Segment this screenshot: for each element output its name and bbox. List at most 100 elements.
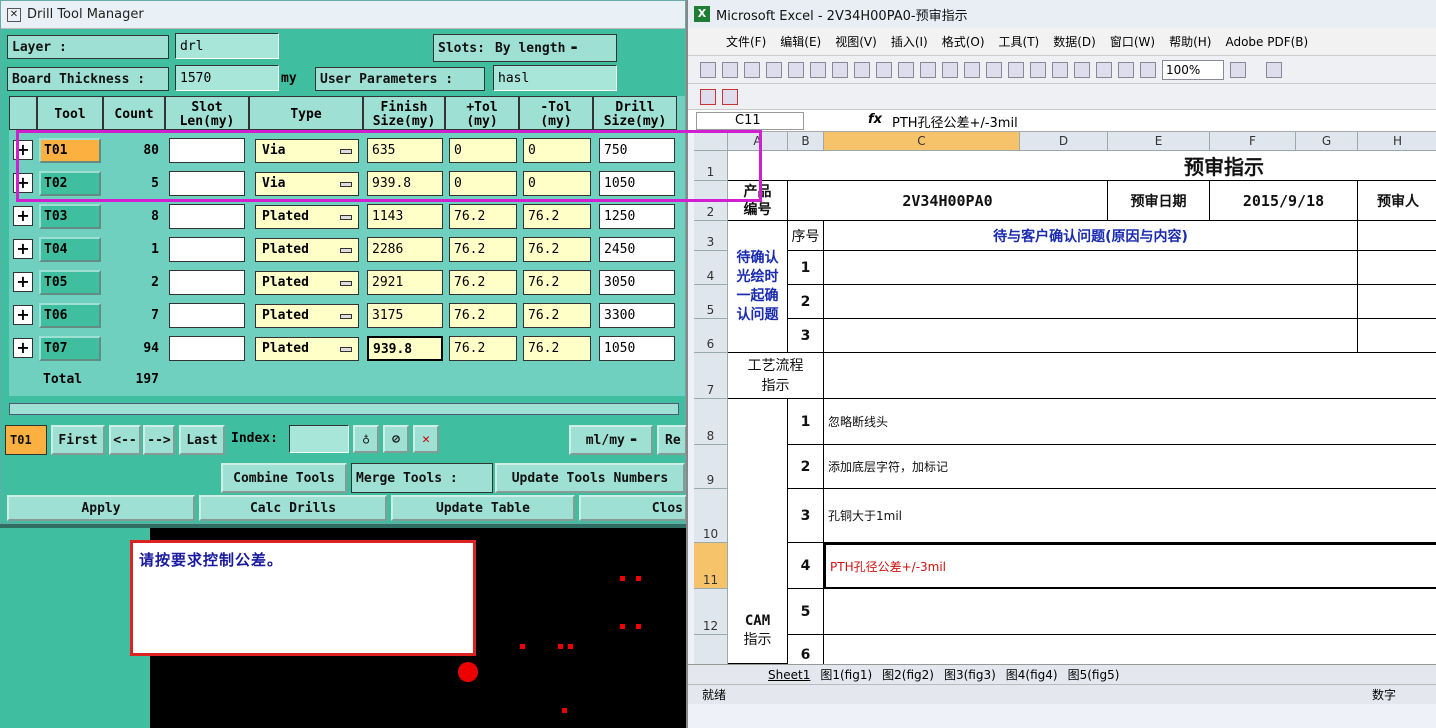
cam-item[interactable] [824, 635, 1436, 664]
spelling-icon[interactable] [854, 61, 870, 78]
menu-adobe-pdf[interactable]: Adobe PDF(B) [1225, 35, 1308, 49]
finish-size-input[interactable]: 1143 [367, 204, 443, 229]
slot-len-input[interactable] [169, 270, 245, 295]
type-dropdown[interactable]: Plated [255, 304, 359, 328]
type-dropdown[interactable]: Via [255, 139, 359, 163]
formula-input[interactable]: PTH孔径公差+/-3mil [892, 112, 1018, 131]
issue-num[interactable]: 2 [788, 285, 824, 319]
close-button[interactable]: Clos [579, 495, 687, 521]
sheet-tab[interactable]: 图3(fig3) [944, 666, 996, 683]
expand-icon[interactable]: + [13, 173, 33, 193]
product-label[interactable]: 产品 编号 [728, 181, 788, 221]
user-parameters-field[interactable]: hasl [493, 65, 617, 91]
slot-len-input[interactable] [169, 336, 245, 361]
pdf-email-icon[interactable] [722, 88, 738, 105]
type-dropdown[interactable]: Plated [255, 205, 359, 229]
product-value[interactable]: 2V34H00PA0 [788, 181, 1108, 221]
cam-item[interactable]: 添加底层字符，加标记 [824, 445, 1436, 489]
first-button[interactable]: First [51, 425, 105, 455]
tool-button[interactable]: T03 [39, 204, 101, 229]
cam-item[interactable] [824, 589, 1436, 635]
date-value[interactable]: 2015/9/18 [1210, 181, 1358, 221]
drill-size-input[interactable]: 1050 [599, 336, 675, 361]
horizontal-scrollbar[interactable] [9, 403, 679, 415]
tool-button[interactable]: T04 [39, 237, 101, 262]
row-header[interactable]: 9 [694, 445, 728, 489]
minus-tol-input[interactable]: 76.2 [523, 270, 591, 295]
cell[interactable] [1358, 251, 1436, 285]
menu-window[interactable]: 窗口(W) [1110, 33, 1155, 50]
cam-item-selected[interactable]: PTH孔径公差+/-3mil [824, 543, 1436, 589]
menu-help[interactable]: 帮助(H) [1169, 33, 1211, 50]
expand-icon[interactable]: + [13, 305, 33, 325]
issue-cell[interactable] [824, 251, 1358, 285]
minus-tol-input[interactable]: 76.2 [523, 237, 591, 262]
undo-icon[interactable] [986, 61, 1002, 78]
col-header[interactable]: F [1210, 132, 1296, 151]
process-label[interactable]: 工艺流程 指示 [728, 353, 824, 399]
finish-size-input[interactable]: 2286 [367, 237, 443, 262]
cam-item[interactable]: 孔铜大于1mil [824, 489, 1436, 543]
menu-data[interactable]: 数据(D) [1053, 33, 1096, 50]
col-header[interactable]: A [728, 132, 788, 151]
slot-len-input[interactable] [169, 237, 245, 262]
combine-tools-button[interactable]: Combine Tools [221, 463, 347, 493]
row-header[interactable] [694, 635, 728, 664]
slot-len-input[interactable] [169, 303, 245, 328]
update-tools-numbers-button[interactable]: Update Tools Numbers [495, 463, 685, 493]
finish-size-input[interactable]: 939.8 [367, 336, 443, 361]
font-color-icon[interactable] [1266, 61, 1282, 78]
open-icon[interactable] [722, 61, 738, 78]
plus-tol-input[interactable]: 76.2 [449, 237, 517, 262]
new-icon[interactable] [700, 61, 716, 78]
slots-dropdown[interactable]: By length [495, 41, 565, 56]
re-button[interactable]: Re [657, 425, 687, 455]
tool-button[interactable]: T07 [39, 336, 101, 361]
col-header[interactable]: E [1108, 132, 1210, 151]
sheet-tab[interactable]: Sheet1 [768, 668, 810, 682]
finish-size-input[interactable]: 939.8 [367, 171, 443, 196]
select-icon[interactable]: ⊘ [383, 425, 409, 453]
expand-icon[interactable]: + [13, 206, 33, 226]
autosum-icon[interactable] [1052, 61, 1068, 78]
units-dropdown[interactable]: ml/my ▬ [569, 425, 653, 455]
date-label[interactable]: 预审日期 [1108, 181, 1210, 221]
col-header[interactable]: B [788, 132, 824, 151]
sheet-tab[interactable]: 图1(fig1) [820, 666, 872, 683]
slot-len-input[interactable] [169, 171, 245, 196]
tool-button[interactable]: T05 [39, 270, 101, 295]
cam-num[interactable]: 6 [788, 635, 824, 664]
row-header[interactable]: 10 [694, 489, 728, 543]
plus-tol-input[interactable]: 76.2 [449, 204, 517, 229]
copy-icon[interactable] [920, 61, 936, 78]
drill-size-input[interactable]: 3300 [599, 303, 675, 328]
minus-tol-input[interactable]: 76.2 [523, 336, 591, 361]
paste-icon[interactable] [942, 61, 958, 78]
issue-num[interactable]: 1 [788, 251, 824, 285]
minus-tol-input[interactable]: 0 [523, 138, 591, 163]
help-icon[interactable] [1230, 61, 1246, 78]
menu-insert[interactable]: 插入(I) [891, 33, 928, 50]
chart-icon[interactable] [1118, 61, 1134, 78]
row-header[interactable]: 6 [694, 319, 728, 353]
col-header[interactable]: G [1296, 132, 1358, 151]
menu-view[interactable]: 视图(V) [835, 33, 877, 50]
slot-len-input[interactable] [169, 204, 245, 229]
type-dropdown[interactable]: Via [255, 172, 359, 196]
plus-tol-input[interactable]: 76.2 [449, 270, 517, 295]
drill-size-input[interactable]: 750 [599, 138, 675, 163]
plus-tol-input[interactable]: 76.2 [449, 303, 517, 328]
finish-size-input[interactable]: 3175 [367, 303, 443, 328]
row-header[interactable]: 2 [694, 181, 728, 221]
row-header[interactable]: 1 [694, 151, 728, 181]
sheet-title[interactable]: 预审指示 [728, 151, 1436, 181]
menu-file[interactable]: 文件(F) [726, 33, 766, 50]
bulb-icon[interactable]: ♁ [353, 425, 379, 453]
sheet-tab[interactable]: 图4(fig4) [1006, 666, 1058, 683]
process-cell[interactable] [824, 353, 1436, 399]
row-header[interactable]: 11 [694, 543, 728, 589]
layer-field[interactable]: drl [175, 33, 279, 59]
cam-num[interactable]: 2 [788, 445, 824, 489]
row-header[interactable]: 12 [694, 589, 728, 635]
last-button[interactable]: Last [179, 425, 225, 455]
